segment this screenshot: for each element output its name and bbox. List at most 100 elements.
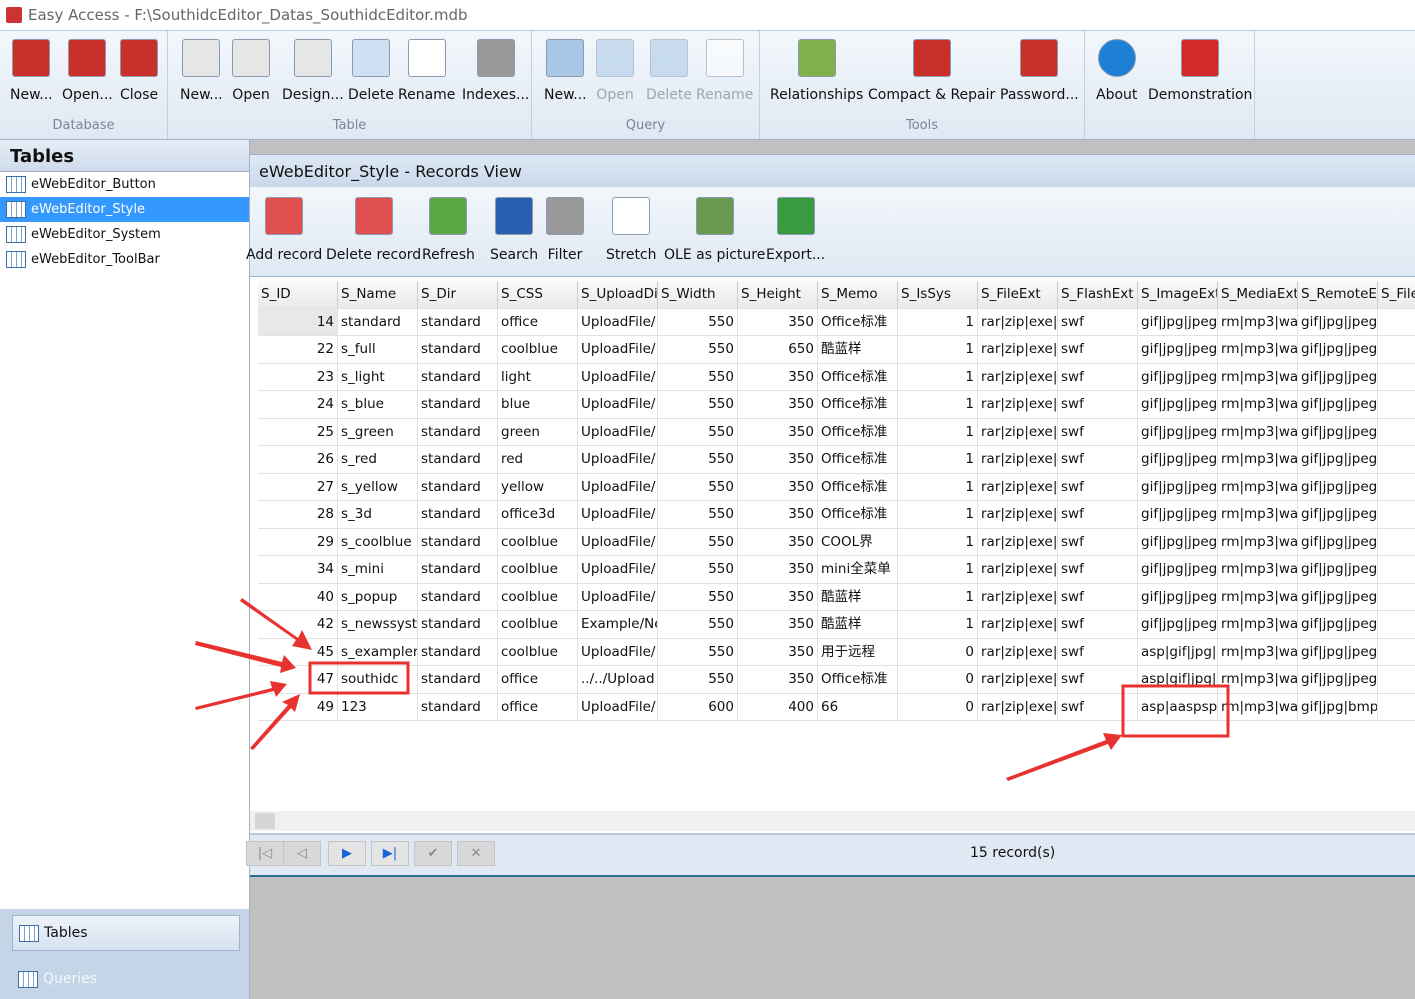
cell-s-dir[interactable]: standard <box>418 666 498 694</box>
toolbar-search-button[interactable]: Search <box>490 197 538 263</box>
cell-s-name[interactable]: s_light <box>338 363 418 391</box>
ribbon-button-help-about[interactable]: About <box>1096 39 1137 103</box>
cell-s-imageext[interactable]: gif|jpg|jpeg <box>1138 501 1218 529</box>
cell-s-mediaext[interactable]: rm|mp3|wa <box>1218 336 1298 364</box>
column-header[interactable]: S_Width <box>658 281 738 309</box>
cell-s-width[interactable]: 550 <box>658 611 738 639</box>
cell-s-issys[interactable]: 0 <box>898 693 978 721</box>
cell-s-issys[interactable]: 1 <box>898 391 978 419</box>
cell-s-name[interactable]: s_newssyst <box>338 611 418 639</box>
cell-s-imageext[interactable]: gif|jpg|jpeg <box>1138 556 1218 584</box>
column-header[interactable]: S_CSS <box>498 281 578 309</box>
cell-s-width[interactable]: 550 <box>658 528 738 556</box>
column-header[interactable]: S_FlashExt <box>1058 281 1138 309</box>
cell-s-memo[interactable]: Office标准 <box>818 391 898 419</box>
cell-s-css[interactable]: coolblue <box>498 528 578 556</box>
cell-s-width[interactable]: 550 <box>658 556 738 584</box>
cell-s-css[interactable]: office <box>498 308 578 336</box>
cell-s-remotee[interactable]: gif|jpg|jpeg <box>1298 666 1378 694</box>
cell-s-mediaext[interactable]: rm|mp3|wa <box>1218 363 1298 391</box>
cell-s-height[interactable]: 350 <box>738 666 818 694</box>
cell-s-flashext[interactable]: swf <box>1058 308 1138 336</box>
cell-s-css[interactable]: coolblue <box>498 611 578 639</box>
ribbon-button-database-close[interactable]: Close <box>120 39 158 103</box>
cell-s-dir[interactable]: standard <box>418 363 498 391</box>
cell-s-remotee[interactable]: gif|jpg|jpeg <box>1298 418 1378 446</box>
cell-s-imageext[interactable]: gif|jpg|jpeg <box>1138 611 1218 639</box>
cell-s-id[interactable]: 27 <box>258 473 338 501</box>
cell-s-file[interactable] <box>1378 694 1415 721</box>
column-header[interactable]: S_ID <box>258 281 338 309</box>
ribbon-button-database-new[interactable]: New... <box>10 39 53 103</box>
ribbon-button-table-rename[interactable]: Rename <box>398 39 455 103</box>
cell-s-memo[interactable]: 酷蓝样 <box>818 336 898 364</box>
cell-s-flashext[interactable]: swf <box>1058 583 1138 611</box>
sidebar-table-item[interactable]: eWebEditor_System <box>0 222 249 247</box>
cell-s-memo[interactable]: 用于远程 <box>818 638 898 666</box>
column-header[interactable]: S_IsSys <box>898 281 978 309</box>
cell-s-width[interactable]: 600 <box>658 693 738 721</box>
cell-s-uploaddir[interactable]: UploadFile/ <box>578 446 658 474</box>
cell-s-id[interactable]: 22 <box>258 336 338 364</box>
cell-s-memo[interactable]: Office标准 <box>818 501 898 529</box>
cell-s-dir[interactable]: standard <box>418 336 498 364</box>
cell-s-imageext[interactable]: gif|jpg|jpeg <box>1138 446 1218 474</box>
cell-s-fileext[interactable]: rar|zip|exe| <box>978 473 1058 501</box>
column-header[interactable]: S_Height <box>738 281 818 309</box>
table-row[interactable]: 23 s_light standard light UploadFile/550 350 O… <box>258 363 1415 391</box>
cell-s-dir[interactable]: standard <box>418 556 498 584</box>
cell-s-fileext[interactable]: rar|zip|exe| <box>978 556 1058 584</box>
ribbon-button-database-open[interactable]: Open... <box>62 39 113 103</box>
cell-s-memo[interactable]: Office标准 <box>818 418 898 446</box>
cell-s-height[interactable]: 350 <box>738 418 818 446</box>
cell-s-id[interactable]: 28 <box>258 501 338 529</box>
cell-s-id[interactable]: 26 <box>258 446 338 474</box>
cell-s-memo[interactable]: 酷蓝样 <box>818 611 898 639</box>
cell-s-name[interactable]: 123 <box>338 693 418 721</box>
ribbon-button-help-demonstration[interactable]: Demonstration <box>1148 39 1252 103</box>
horizontal-scrollbar[interactable] <box>250 811 1415 831</box>
toolbar-filter-button[interactable]: Filter <box>546 197 584 263</box>
cell-s-remotee[interactable]: gif|jpg|jpeg <box>1298 556 1378 584</box>
cell-s-uploaddir[interactable]: UploadFile/ <box>578 363 658 391</box>
column-header[interactable]: S_Memo <box>818 281 898 309</box>
cell-s-id[interactable]: 29 <box>258 528 338 556</box>
cell-s-width[interactable]: 550 <box>658 473 738 501</box>
cell-s-uploaddir[interactable]: UploadFile/ <box>578 473 658 501</box>
cell-s-name[interactable]: s_full <box>338 336 418 364</box>
cell-s-uploaddir[interactable]: UploadFile/ <box>578 501 658 529</box>
cell-s-memo[interactable]: 酷蓝样 <box>818 583 898 611</box>
cell-s-dir[interactable]: standard <box>418 473 498 501</box>
cell-s-remotee[interactable]: gif|jpg|jpeg <box>1298 473 1378 501</box>
ribbon-button-tools-compact-repair[interactable]: Compact & Repair <box>868 39 995 103</box>
cell-s-imageext[interactable]: gif|jpg|jpeg <box>1138 308 1218 336</box>
cell-s-width[interactable]: 550 <box>658 666 738 694</box>
cell-s-uploaddir[interactable]: UploadFile/ <box>578 391 658 419</box>
cell-s-dir[interactable]: standard <box>418 501 498 529</box>
cell-s-issys[interactable]: 1 <box>898 583 978 611</box>
table-row[interactable]: 47 southidc standard office ../../Upload 550 3… <box>258 666 1415 694</box>
cell-s-css[interactable]: coolblue <box>498 583 578 611</box>
cell-s-name[interactable]: s_yellow <box>338 473 418 501</box>
toolbar-stretch-button[interactable]: Stretch <box>606 197 657 263</box>
cell-s-name[interactable]: s_mini <box>338 556 418 584</box>
cell-s-name[interactable]: s_blue <box>338 391 418 419</box>
cell-s-css[interactable]: red <box>498 446 578 474</box>
cell-s-fileext[interactable]: rar|zip|exe| <box>978 638 1058 666</box>
cell-s-css[interactable]: office <box>498 693 578 721</box>
cell-s-height[interactable]: 350 <box>738 391 818 419</box>
cell-s-mediaext[interactable]: rm|mp3|wa <box>1218 308 1298 336</box>
cell-s-fileext[interactable]: rar|zip|exe| <box>978 501 1058 529</box>
cell-s-issys[interactable]: 1 <box>898 556 978 584</box>
cell-s-dir[interactable]: standard <box>418 391 498 419</box>
toolbar-refresh-button[interactable]: Refresh <box>422 197 475 263</box>
cell-s-imageext[interactable]: gif|jpg|jpeg <box>1138 473 1218 501</box>
cell-s-imageext[interactable]: gif|jpg|jpeg <box>1138 583 1218 611</box>
cell-s-height[interactable]: 350 <box>738 308 818 336</box>
cell-s-mediaext[interactable]: rm|mp3|wa <box>1218 391 1298 419</box>
nav-tables[interactable]: Tables <box>12 915 240 951</box>
table-row[interactable]: 45 s_exampler standard coolblue UploadFile/5… <box>258 638 1415 666</box>
table-row[interactable]: 26 s_red standard red UploadFile/550 350 Offic… <box>258 446 1415 474</box>
cell-s-memo[interactable]: Office标准 <box>818 308 898 336</box>
cell-s-issys[interactable]: 0 <box>898 638 978 666</box>
